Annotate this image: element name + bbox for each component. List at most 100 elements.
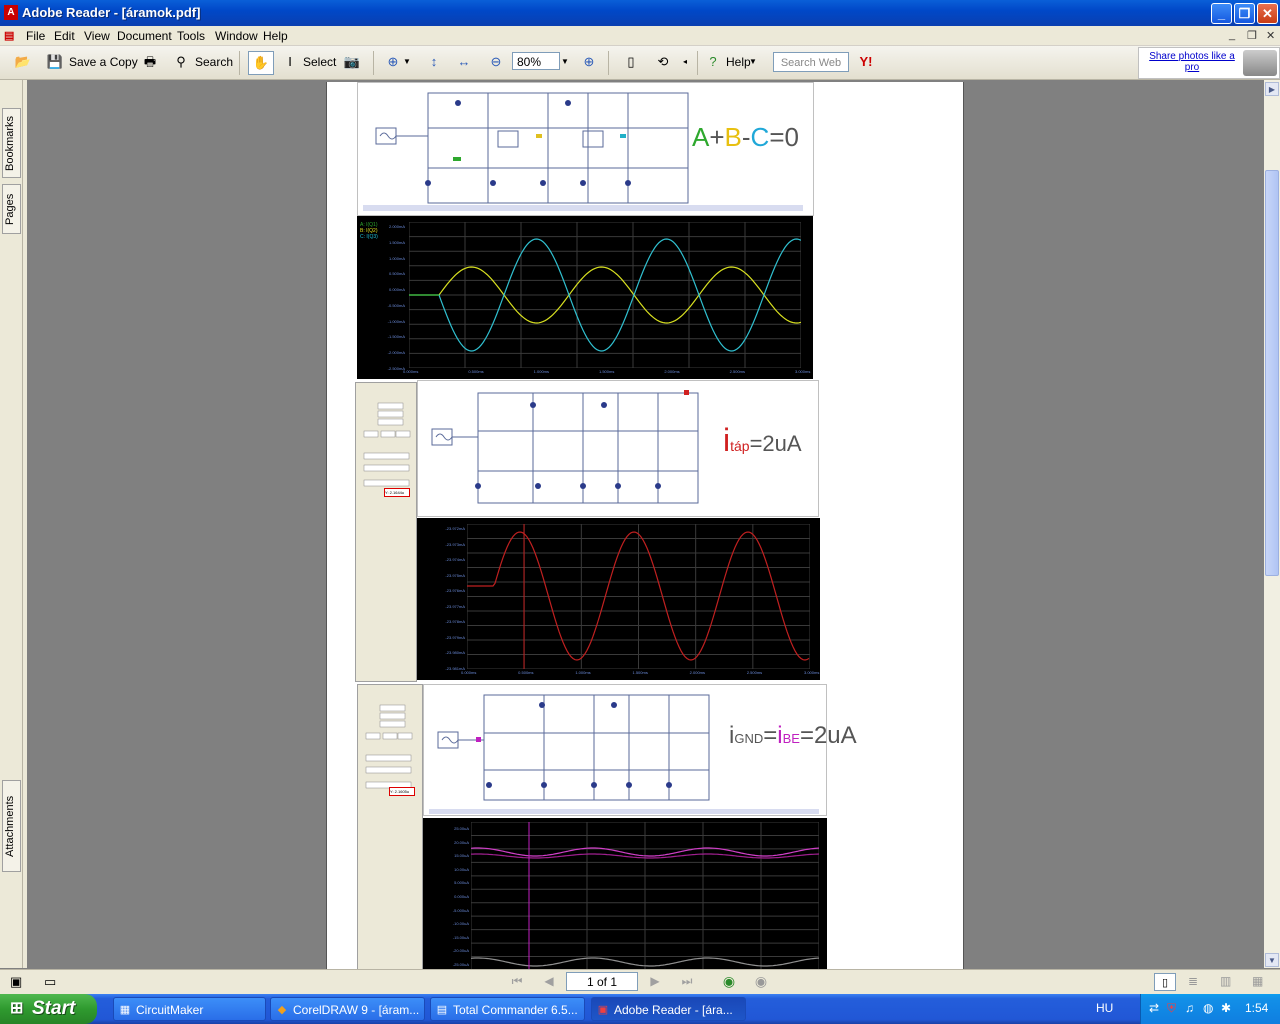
maximize-button[interactable]: ❐ <box>1234 3 1255 24</box>
last-page-icon[interactable]: ⏭ <box>679 973 695 989</box>
fit-page-icon[interactable]: ↕ <box>425 53 443 71</box>
eq-a: A <box>692 122 710 152</box>
axis-tick-label: 3.000ms <box>795 369 811 374</box>
continuous-facing-view-icon[interactable]: ▦ <box>1252 974 1263 988</box>
chevron-down-icon[interactable]: ▼ <box>402 53 412 71</box>
bluetooth-icon[interactable]: ✱ <box>1221 1001 1231 1015</box>
adobe-reader-icon: A <box>4 5 18 20</box>
pages-tab[interactable]: Pages <box>2 184 21 234</box>
fit-width-icon[interactable]: ↔ <box>455 53 473 71</box>
toolbar-more-icon[interactable]: ◂ <box>680 53 690 71</box>
attachments-tab[interactable]: Attachments <box>2 780 21 872</box>
scrollbar-thumb[interactable] <box>1265 170 1279 576</box>
facing-view-icon[interactable]: ▥ <box>1220 974 1231 988</box>
ad-banner[interactable]: Share photos like a pro <box>1138 47 1280 79</box>
axis-tick-label: -23.974mA <box>445 557 465 563</box>
start-label: Start <box>32 998 76 1019</box>
axis-tick-label: 20.00uA <box>454 839 469 845</box>
previous-page-icon[interactable]: ◀ <box>541 973 557 989</box>
eq3-be-subscript: BE <box>782 731 800 746</box>
hand-tool-icon[interactable]: ✋ <box>248 51 274 75</box>
menu-file[interactable]: File <box>26 29 45 43</box>
page-number-input[interactable]: 1 of 1 <box>566 972 638 991</box>
menu-document[interactable]: Document <box>117 29 172 43</box>
single-page-view-icon[interactable]: ▯ <box>1154 973 1176 991</box>
continuous-view-icon[interactable]: ≣ <box>1188 974 1198 988</box>
first-page-icon[interactable]: ⏮ <box>509 973 525 989</box>
menu-help[interactable]: Help <box>263 29 288 43</box>
menu-view[interactable]: View <box>84 29 110 43</box>
yahoo-icon[interactable]: Y! <box>857 53 875 71</box>
circuit-scrollbar <box>363 205 803 211</box>
zoom-out-icon[interactable]: ⊖ <box>487 53 505 71</box>
network-icon[interactable]: ⇄ <box>1149 1001 1159 1015</box>
menu-window[interactable]: Window <box>215 29 258 43</box>
zoom-in-tool-icon[interactable]: ⊕ <box>384 53 402 71</box>
bookmarks-tab[interactable]: Bookmarks <box>2 108 21 178</box>
monitor-icon[interactable]: ◍ <box>1203 1001 1213 1015</box>
save-copy-button[interactable]: Save a Copy <box>69 51 138 73</box>
doc-restore-button[interactable]: ❐ <box>1247 29 1257 42</box>
doc-minimize-button[interactable]: _ <box>1229 29 1235 41</box>
binoculars-icon[interactable]: ⚲ <box>172 53 190 71</box>
page-size-icon[interactable]: ▭ <box>44 974 56 990</box>
close-button[interactable]: ✕ <box>1257 3 1278 24</box>
task-total-commander[interactable]: ▤ Total Commander 6.5... <box>430 997 585 1021</box>
help-button[interactable]: Help <box>726 51 751 73</box>
security-shield-icon[interactable]: ⛨ <box>1167 1001 1176 1016</box>
axis-tick-label: 2.500ms <box>729 369 745 374</box>
go-forward-icon[interactable]: ◉ <box>753 973 769 989</box>
axis-tick-label: -23.977mA <box>445 603 465 609</box>
clock: 1:54 <box>1245 1001 1269 1015</box>
scope2-chart <box>467 524 810 669</box>
task-coreldraw[interactable]: ◆ CorelDRAW 9 - [áram... <box>270 997 425 1021</box>
rotate-icon[interactable]: ⟲ <box>654 53 672 71</box>
scroll-down-arrow-icon[interactable]: ▼ <box>1265 953 1279 967</box>
snapshot-camera-icon[interactable]: 📷 <box>343 53 361 71</box>
zoom-in-icon[interactable]: ⊕ <box>580 53 598 71</box>
axis-tick-label: -1.000mA <box>387 318 405 324</box>
select-button[interactable]: Select <box>303 51 336 73</box>
axis-tick-label: 10.00uA <box>454 866 469 872</box>
circuit3-scrollbar <box>429 809 819 814</box>
zoom-input[interactable]: 80% <box>512 52 560 70</box>
camera-icon <box>1243 50 1277 76</box>
task-adobe-reader[interactable]: ▣ Adobe Reader - [ára... <box>591 997 746 1021</box>
language-indicator[interactable]: HU <box>1096 1001 1113 1015</box>
toolbar-separator <box>239 51 240 75</box>
task-circuitmaker[interactable]: ▦ CircuitMaker <box>113 997 266 1021</box>
search-button[interactable]: Search <box>195 51 233 73</box>
search-web-input[interactable]: Search Web <box>773 52 849 72</box>
axis-tick-label: -15.00uA <box>452 934 469 940</box>
axis-tick-label: -23.979mA <box>445 634 465 640</box>
save-icon[interactable]: 💾 <box>46 53 64 71</box>
title-bar: A Adobe Reader - [áramok.pdf] _ ❐ ✕ <box>0 0 1280 26</box>
help-dropdown-icon[interactable]: ▼ <box>748 53 758 71</box>
minimize-button[interactable]: _ <box>1211 3 1232 24</box>
page-layout-icon[interactable]: ▣ <box>10 974 22 990</box>
start-button[interactable]: ⊞ Start <box>0 994 97 1024</box>
total-commander-icon: ▤ <box>436 1004 448 1016</box>
single-page-icon[interactable]: ▯ <box>622 53 640 71</box>
menu-tools[interactable]: Tools <box>177 29 205 43</box>
doc-close-button[interactable]: ✕ <box>1266 29 1275 42</box>
ad-link[interactable]: Share photos like a pro <box>1143 51 1241 73</box>
axis-tick-label: 0.500ms <box>468 369 484 374</box>
task-label: CircuitMaker <box>136 1003 204 1017</box>
page-forward-arrow-icon[interactable]: ▶ <box>1265 82 1279 96</box>
open-folder-icon[interactable]: 📂 <box>14 53 32 71</box>
text-select-icon[interactable]: I <box>281 53 299 71</box>
print-icon[interactable]: 🖶 <box>141 53 159 71</box>
menu-edit[interactable]: Edit <box>54 29 75 43</box>
help-icon[interactable]: ? <box>704 53 722 71</box>
axis-tick-label: -2.000mA <box>387 350 405 356</box>
cursor-panel-1: Y: 2.1644u <box>355 382 417 682</box>
zoom-dropdown-icon[interactable]: ▼ <box>558 53 572 71</box>
task-label: Adobe Reader - [ára... <box>614 1003 733 1017</box>
next-page-icon[interactable]: ▶ <box>647 973 663 989</box>
volume-icon[interactable]: ♫ <box>1185 1001 1194 1015</box>
pdf-page: A+B-C=0 A: I(Q1) B: I(Q2) C: I(Q3) 2.000… <box>326 82 964 970</box>
axis-tick-label: -0.500mA <box>387 302 405 308</box>
go-back-icon[interactable]: ◉ <box>721 973 737 989</box>
axis-tick-label: 25.00uA <box>454 826 469 831</box>
